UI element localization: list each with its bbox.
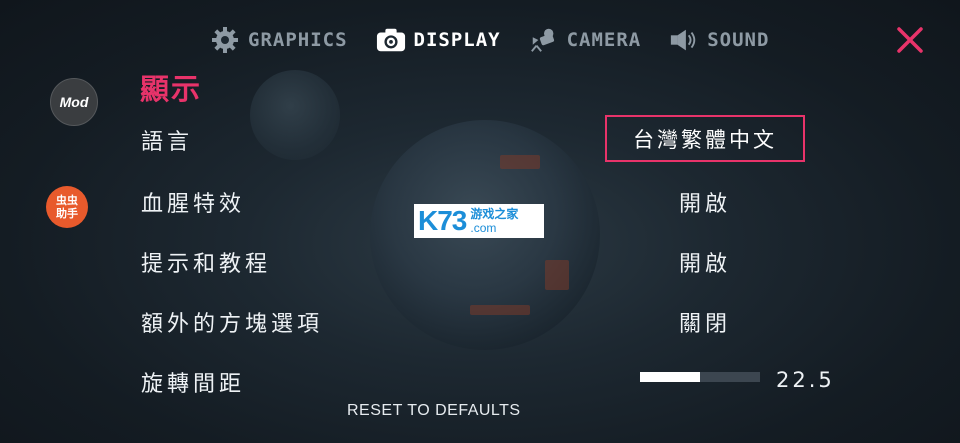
tab-sound[interactable]: SOUND	[669, 25, 769, 55]
setting-label-blood-effects: 血腥特效	[141, 192, 246, 217]
section-title: 顯示	[140, 72, 203, 106]
tab-display[interactable]: DISPLAY	[376, 25, 501, 55]
extra-block-options-toggle[interactable]: 關閉	[679, 306, 731, 338]
speaker-icon	[669, 25, 699, 55]
gear-icon	[210, 25, 240, 55]
background-detail	[500, 155, 540, 169]
rotation-snap-value: 22.5	[776, 368, 835, 392]
setting-label-rotation-snap: 旋轉間距	[141, 372, 246, 397]
blood-effects-toggle[interactable]: 開啟	[679, 186, 731, 218]
language-selector[interactable]: 台灣繁體中文	[605, 115, 805, 162]
rotation-snap-slider[interactable]	[640, 372, 760, 382]
tab-sound-label: SOUND	[707, 29, 770, 51]
settings-tabs: GRAPHICS DISPLAY CAMERA SOUND	[210, 22, 797, 58]
background-small-planet	[250, 70, 340, 160]
watermark-domain: .com	[470, 221, 497, 235]
watermark-brand: K73	[418, 205, 467, 236]
setting-label-language: 語言	[141, 130, 194, 155]
chongchong-label: 虫虫 助手	[56, 194, 78, 220]
tab-camera-label: CAMERA	[566, 29, 642, 51]
k73-watermark: K73 游戏之家 .com	[414, 204, 544, 238]
movie-camera-icon	[529, 25, 559, 55]
setting-label-tips-tutorials: 提示和教程	[141, 252, 272, 277]
setting-label-extra-block-options: 額外的方塊選項	[141, 312, 324, 337]
tab-camera[interactable]: CAMERA	[529, 25, 642, 55]
background-detail	[545, 260, 569, 290]
mod-label: Mod	[59, 94, 89, 110]
background-detail	[470, 305, 530, 315]
close-button[interactable]	[896, 26, 924, 54]
watermark-cn: 游戏之家	[470, 207, 519, 221]
tab-graphics-label: GRAPHICS	[248, 29, 348, 51]
mod-menu-button[interactable]: Mod	[50, 78, 98, 126]
tab-graphics[interactable]: GRAPHICS	[210, 25, 348, 55]
chongchong-helper-button[interactable]: 虫虫 助手	[46, 186, 88, 228]
reset-to-defaults-button[interactable]: RESET TO DEFAULTS	[347, 402, 521, 420]
language-value: 台灣繁體中文	[633, 127, 777, 152]
tips-tutorials-toggle[interactable]: 開啟	[679, 246, 731, 278]
camera-icon	[376, 25, 406, 55]
close-icon	[897, 27, 923, 53]
tab-display-label: DISPLAY	[413, 29, 501, 51]
slider-fill	[640, 372, 700, 382]
